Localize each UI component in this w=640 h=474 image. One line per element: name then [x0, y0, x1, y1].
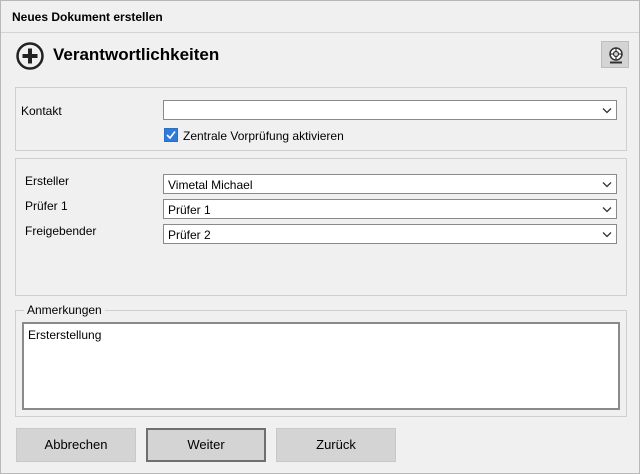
approver-label: Freigebender [25, 224, 97, 238]
title-bar: Neues Dokument erstellen [1, 1, 639, 33]
creator-value: Vimetal Michael [168, 178, 253, 192]
next-button[interactable]: Weiter [146, 428, 266, 462]
checkmark-icon [166, 131, 176, 140]
creator-label: Ersteller [25, 174, 70, 188]
page-title: Verantwortlichkeiten [53, 45, 220, 64]
chevron-down-icon [602, 108, 612, 114]
cancel-button[interactable]: Abbrechen [16, 428, 136, 462]
window-title: Neues Dokument erstellen [12, 10, 163, 24]
notes-legend: Anmerkungen [24, 303, 105, 317]
contact-dropdown[interactable] [163, 100, 617, 120]
central-review-label[interactable]: Zentrale Vorprüfung aktivieren [183, 129, 344, 143]
reviewer-value: Prüfer 1 [168, 203, 211, 217]
approver-dropdown[interactable]: Prüfer 2 [163, 224, 617, 244]
lifebuoy-icon [609, 47, 623, 64]
chevron-down-icon [602, 182, 612, 188]
creator-dropdown[interactable]: Vimetal Michael [163, 174, 617, 194]
reviewer-dropdown[interactable]: Prüfer 1 [163, 199, 617, 219]
roles-panel: Ersteller Vimetal Michael Prüfer 1 Prüfe… [15, 158, 627, 296]
chevron-down-icon [602, 207, 612, 213]
notes-text: Ersterstellung [28, 328, 102, 342]
dialog-window: Neues Dokument erstellen Verantwortlichk… [0, 0, 640, 474]
plus-circle-icon [16, 42, 44, 70]
central-review-checkbox[interactable] [164, 128, 178, 142]
approver-value: Prüfer 2 [168, 228, 211, 242]
help-button[interactable] [601, 41, 629, 68]
contact-panel: Kontakt Zentrale Vorprüfung aktivieren [15, 87, 627, 151]
reviewer-label: Prüfer 1 [25, 199, 68, 213]
chevron-down-icon [602, 232, 612, 238]
notes-textarea[interactable]: Ersterstellung [22, 322, 620, 410]
contact-label: Kontakt [21, 104, 62, 118]
back-button[interactable]: Zurück [276, 428, 396, 462]
